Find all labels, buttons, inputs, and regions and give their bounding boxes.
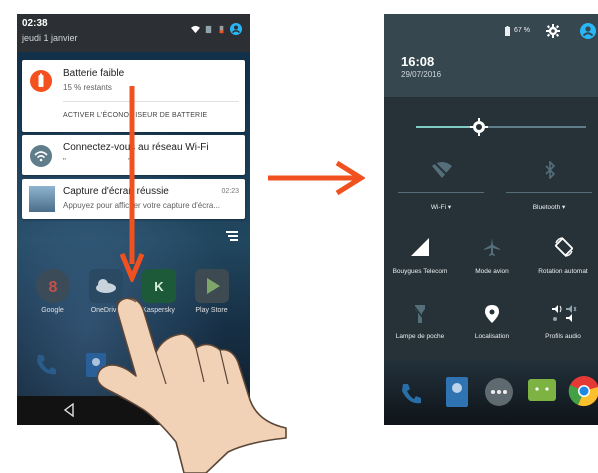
- right-phone-screen: 67 % 16:08 29/07/2016 Wi-Fi ▾ Bluetooth …: [384, 14, 598, 425]
- location-icon: [485, 305, 499, 323]
- bluetooth-icon: [545, 161, 556, 179]
- account-icon[interactable]: [230, 23, 242, 35]
- app-label: Google: [41, 307, 64, 314]
- notification-title: Batterie faible: [63, 68, 125, 79]
- notification-title: Capture d'écran réussie: [63, 186, 169, 197]
- tile-label: Mode avion: [475, 268, 509, 275]
- tile-label: Profils audio: [545, 333, 581, 340]
- clear-all-icon[interactable]: [224, 230, 240, 242]
- dock: [384, 359, 598, 425]
- notification-subtitle: 15 % restants: [63, 83, 112, 92]
- tile-location[interactable]: Localisation: [456, 304, 528, 354]
- swipe-down-arrow-icon: [120, 86, 144, 282]
- airplane-icon: [484, 238, 500, 256]
- tile-label: Localisation: [474, 333, 510, 340]
- brightness-icon[interactable]: [470, 118, 488, 136]
- tile-label: Rotation automat: [538, 268, 588, 275]
- quick-settings-header: 67 % 16:08 29/07/2016: [384, 14, 598, 97]
- messaging-icon[interactable]: [526, 375, 558, 407]
- phone-icon[interactable]: [31, 350, 61, 380]
- contacts-icon[interactable]: [442, 375, 472, 409]
- tile-label: Wi-Fi ▾: [398, 203, 484, 211]
- clock-time: 16:08: [401, 54, 435, 69]
- battery-percentage: 67 %: [514, 27, 530, 34]
- tile-label-text: Bluetooth: [532, 204, 561, 211]
- status-date: jeudi 1 janvier: [22, 33, 78, 43]
- no-sim-icon: [205, 25, 212, 33]
- tile-auto-rotate[interactable]: Rotation automat: [528, 237, 598, 287]
- tile-divider: [506, 192, 592, 193]
- battery-alert-icon: [30, 70, 52, 92]
- signal-icon: [411, 238, 429, 256]
- status-icons: [191, 23, 242, 35]
- tile-label: Lampe de poche: [395, 333, 445, 340]
- tile-mobile-network[interactable]: Bouygues Telecom: [384, 237, 456, 287]
- tile-divider: [398, 192, 484, 193]
- google-icon: 8: [35, 269, 70, 303]
- wifi-icon: [30, 145, 52, 167]
- wifi-icon: [191, 25, 200, 33]
- tile-flashlight[interactable]: Lampe de poche: [384, 304, 456, 354]
- tile-label: Bluetooth ▾: [506, 203, 592, 211]
- notification-time: 02:23: [221, 188, 239, 195]
- chevron-down-icon[interactable]: ▾: [448, 204, 451, 211]
- tile-label: Bouygues Telecom: [392, 268, 448, 275]
- back-icon[interactable]: [63, 403, 75, 417]
- tile-label-text: Wi-Fi: [430, 204, 447, 211]
- hand-gesture-icon: [96, 297, 287, 473]
- tile-airplane-mode[interactable]: Mode avion: [456, 237, 528, 287]
- app-google[interactable]: 8 Google: [26, 269, 79, 314]
- tile-wifi[interactable]: Wi-Fi ▾: [398, 161, 484, 231]
- screenshot-thumbnail: [29, 186, 55, 212]
- tile-bluetooth[interactable]: Bluetooth ▾: [506, 161, 592, 231]
- chevron-down-icon[interactable]: ▾: [562, 204, 565, 211]
- rotation-icon: [555, 237, 573, 257]
- audio-profile-icon: [552, 305, 577, 322]
- transition-arrow-icon: [268, 160, 365, 196]
- flashlight-icon: [413, 305, 427, 323]
- tile-audio-profiles[interactable]: Profils audio: [528, 304, 598, 354]
- battery-low-icon: [219, 25, 224, 33]
- clock-date: 29/07/2016: [401, 70, 442, 79]
- phone-icon[interactable]: [396, 379, 426, 409]
- svg-text:8: 8: [48, 279, 57, 296]
- wifi-off-icon: [432, 162, 452, 178]
- settings-gear-icon[interactable]: [546, 24, 560, 38]
- chrome-icon[interactable]: [568, 375, 598, 407]
- app-drawer-icon[interactable]: [484, 377, 514, 407]
- notification-shade-header: 02:38 jeudi 1 janvier: [17, 14, 250, 52]
- battery-icon: [505, 26, 510, 36]
- account-icon[interactable]: [580, 23, 596, 39]
- divider: [63, 101, 239, 102]
- status-time: 02:38: [22, 18, 48, 29]
